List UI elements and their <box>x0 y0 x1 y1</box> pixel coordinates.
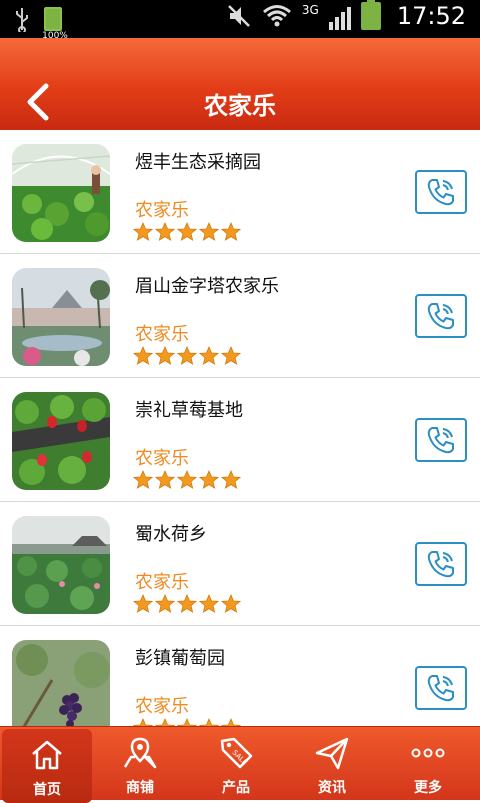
item-name: 煜丰生态采摘园 <box>135 152 261 173</box>
tab-label: 产品 <box>222 780 250 796</box>
item-category: 农家乐 <box>135 200 189 221</box>
bottom-nav: 首页 商铺 SALE 产品 资讯 更多 <box>0 726 480 803</box>
call-button[interactable] <box>415 418 467 462</box>
star-icon <box>177 346 197 365</box>
item-name: 眉山金字塔农家乐 <box>135 276 279 297</box>
list-item[interactable]: 彭镇葡萄园 农家乐 <box>0 626 480 726</box>
item-category: 农家乐 <box>135 572 189 593</box>
star-icon <box>199 718 219 726</box>
star-icon <box>221 222 241 241</box>
star-icon <box>199 222 219 241</box>
rating-stars <box>133 222 241 242</box>
status-time: 17:52 <box>396 2 466 30</box>
item-thumbnail <box>12 392 110 490</box>
item-thumbnail <box>12 144 110 242</box>
star-icon <box>155 470 175 489</box>
star-icon <box>199 346 219 365</box>
phone-icon <box>427 427 454 454</box>
star-icon <box>133 718 153 726</box>
battery-small-icon: 100% <box>42 7 68 41</box>
phone-icon <box>427 675 454 702</box>
send-icon <box>315 737 349 770</box>
phone-icon <box>427 179 454 206</box>
battery-icon <box>360 0 381 30</box>
tab-shops[interactable]: 商铺 <box>92 727 188 801</box>
tab-label: 资讯 <box>318 780 346 796</box>
rating-stars <box>133 718 241 726</box>
signal-icon <box>328 2 351 30</box>
list-item[interactable]: 煜丰生态采摘园 农家乐 <box>0 130 480 254</box>
network-type: 3G <box>301 3 319 17</box>
mute-icon <box>228 5 250 27</box>
star-icon <box>199 594 219 613</box>
map-icon <box>123 737 157 769</box>
tab-news[interactable]: 资讯 <box>284 727 380 801</box>
rating-stars <box>133 594 241 614</box>
wifi-icon <box>262 5 291 27</box>
item-thumbnail <box>12 640 110 726</box>
phone-icon <box>427 303 454 330</box>
list-item[interactable]: 蜀水荷乡 农家乐 <box>0 502 480 626</box>
star-icon <box>177 718 197 726</box>
rating-stars <box>133 470 241 490</box>
call-button[interactable] <box>415 542 467 586</box>
page-title: 农家乐 <box>204 92 276 120</box>
star-icon <box>133 594 153 613</box>
tab-home[interactable]: 首页 <box>2 729 92 803</box>
star-icon <box>155 594 175 613</box>
item-category: 农家乐 <box>135 696 189 717</box>
list-item[interactable]: 眉山金字塔农家乐 农家乐 <box>0 254 480 378</box>
call-button[interactable] <box>415 294 467 338</box>
star-icon <box>177 222 197 241</box>
home-icon <box>32 740 62 770</box>
item-category: 农家乐 <box>135 448 189 469</box>
item-name: 蜀水荷乡 <box>135 524 207 545</box>
tab-label: 更多 <box>414 780 442 796</box>
star-icon <box>155 346 175 365</box>
list-item[interactable]: 崇礼草莓基地 农家乐 <box>0 378 480 502</box>
tab-label: 商铺 <box>126 780 154 796</box>
item-name: 彭镇葡萄园 <box>135 648 225 669</box>
star-icon <box>133 346 153 365</box>
farm-list: 煜丰生态采摘园 农家乐 眉山金字塔农家乐 农家乐 崇礼草莓基地 农家乐 蜀水荷乡… <box>0 130 480 726</box>
tab-label: 首页 <box>33 782 61 798</box>
star-icon <box>155 222 175 241</box>
call-button[interactable] <box>415 666 467 710</box>
tab-more[interactable]: 更多 <box>380 727 476 801</box>
star-icon <box>155 718 175 726</box>
status-bar: 100% 3G 17:52 <box>0 0 480 41</box>
star-icon <box>221 718 241 726</box>
item-name: 崇礼草莓基地 <box>135 400 243 421</box>
more-icon <box>411 748 445 758</box>
star-icon <box>199 470 219 489</box>
star-icon <box>221 470 241 489</box>
usb-icon <box>16 8 28 32</box>
star-icon <box>221 594 241 613</box>
phone-icon <box>427 551 454 578</box>
tab-products[interactable]: SALE 产品 <box>188 727 284 801</box>
star-icon <box>177 594 197 613</box>
rating-stars <box>133 346 241 366</box>
call-button[interactable] <box>415 170 467 214</box>
star-icon <box>177 470 197 489</box>
item-thumbnail <box>12 268 110 366</box>
item-thumbnail <box>12 516 110 614</box>
sale-tag-icon: SALE <box>220 737 253 769</box>
star-icon <box>221 346 241 365</box>
app-header: 农家乐 <box>0 38 480 130</box>
star-icon <box>133 222 153 241</box>
star-icon <box>133 470 153 489</box>
item-category: 农家乐 <box>135 324 189 345</box>
